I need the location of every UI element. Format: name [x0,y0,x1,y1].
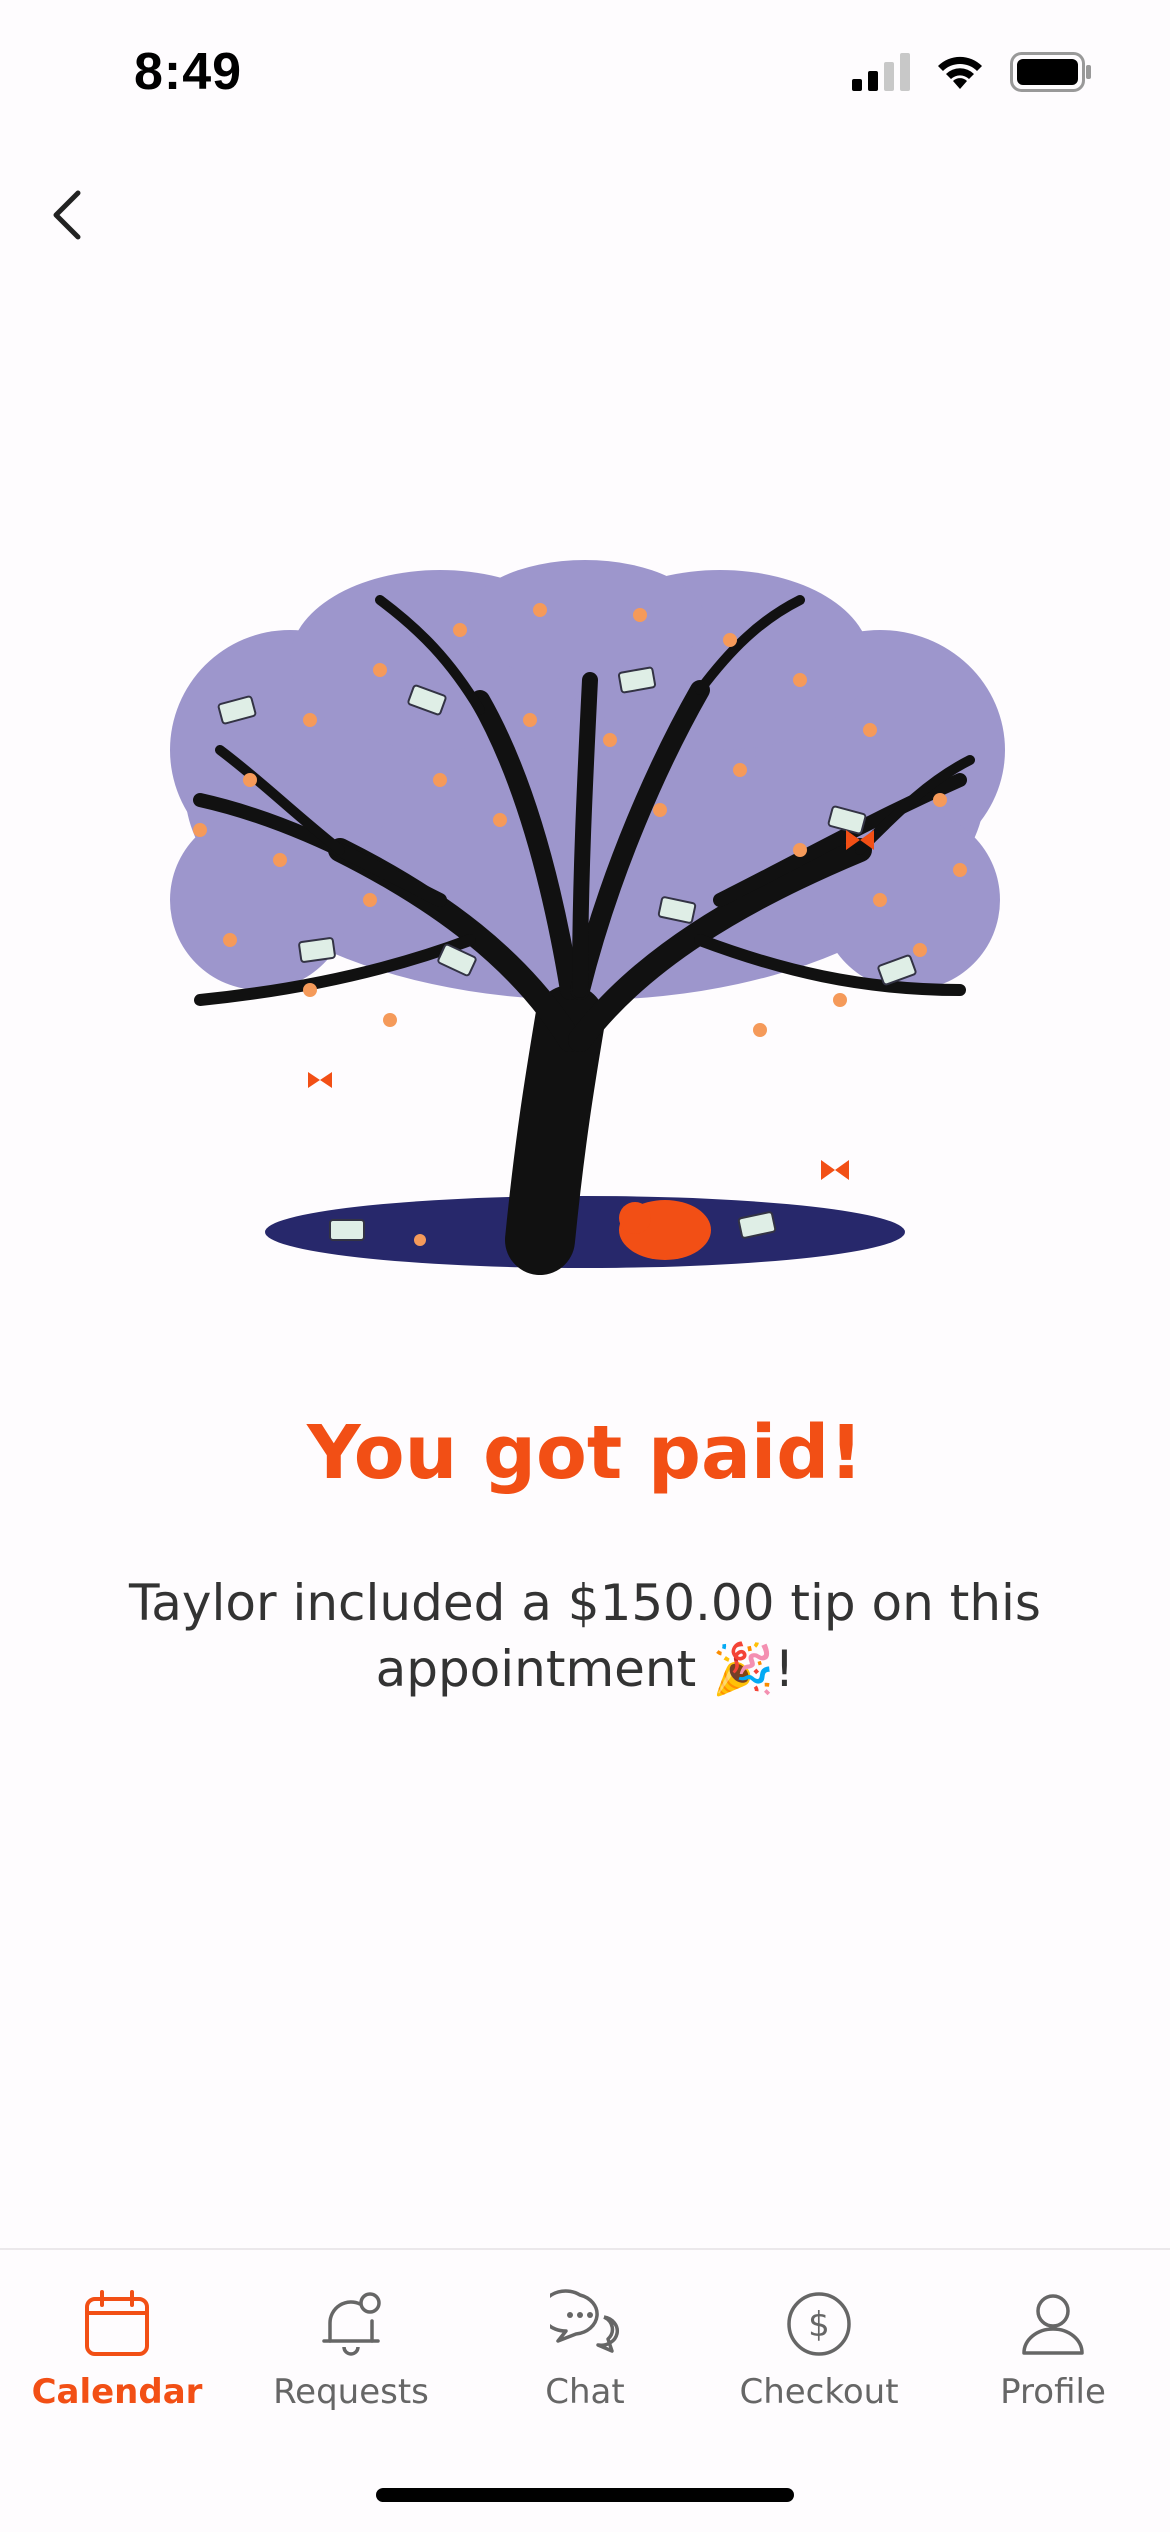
status-bar: 8:49 [0,0,1170,150]
tab-label: Profile [1000,2372,1106,2412]
tab-calendar[interactable]: Calendar [0,2250,234,2420]
tab-requests[interactable]: Requests [234,2250,468,2420]
cellular-signal-icon [852,53,910,91]
tab-label: Calendar [31,2372,203,2412]
svg-text:$: $ [808,2305,830,2345]
bell-icon [311,2284,391,2364]
status-time: 8:49 [134,43,243,101]
dollar-circle-icon: $ [779,2284,859,2364]
tip-message-text: Taylor included a $150.00 tip on this ap… [129,1574,1041,1698]
tab-profile[interactable]: Profile [936,2250,1170,2420]
person-icon [1013,2284,1093,2364]
chat-bubbles-icon [545,2284,625,2364]
home-indicator[interactable] [376,2488,794,2502]
back-button[interactable] [36,180,96,250]
party-popper-icon: 🎉 [712,1640,775,1698]
tab-label: Chat [545,2372,625,2412]
tab-label: Checkout [739,2372,899,2412]
money-tree-illustration [140,520,1030,1320]
tip-message: Taylor included a $150.00 tip on this ap… [80,1570,1090,1702]
chevron-left-icon [53,190,81,240]
wifi-icon [938,56,982,89]
battery-icon [1010,52,1091,92]
tip-message-end: ! [774,1640,795,1698]
tab-checkout[interactable]: $ Checkout [702,2250,936,2420]
tab-chat[interactable]: Chat [468,2250,702,2420]
calendar-icon [77,2284,157,2364]
tab-label: Requests [273,2372,429,2412]
headline: You got paid! [306,1410,863,1496]
status-icons [852,52,1092,92]
